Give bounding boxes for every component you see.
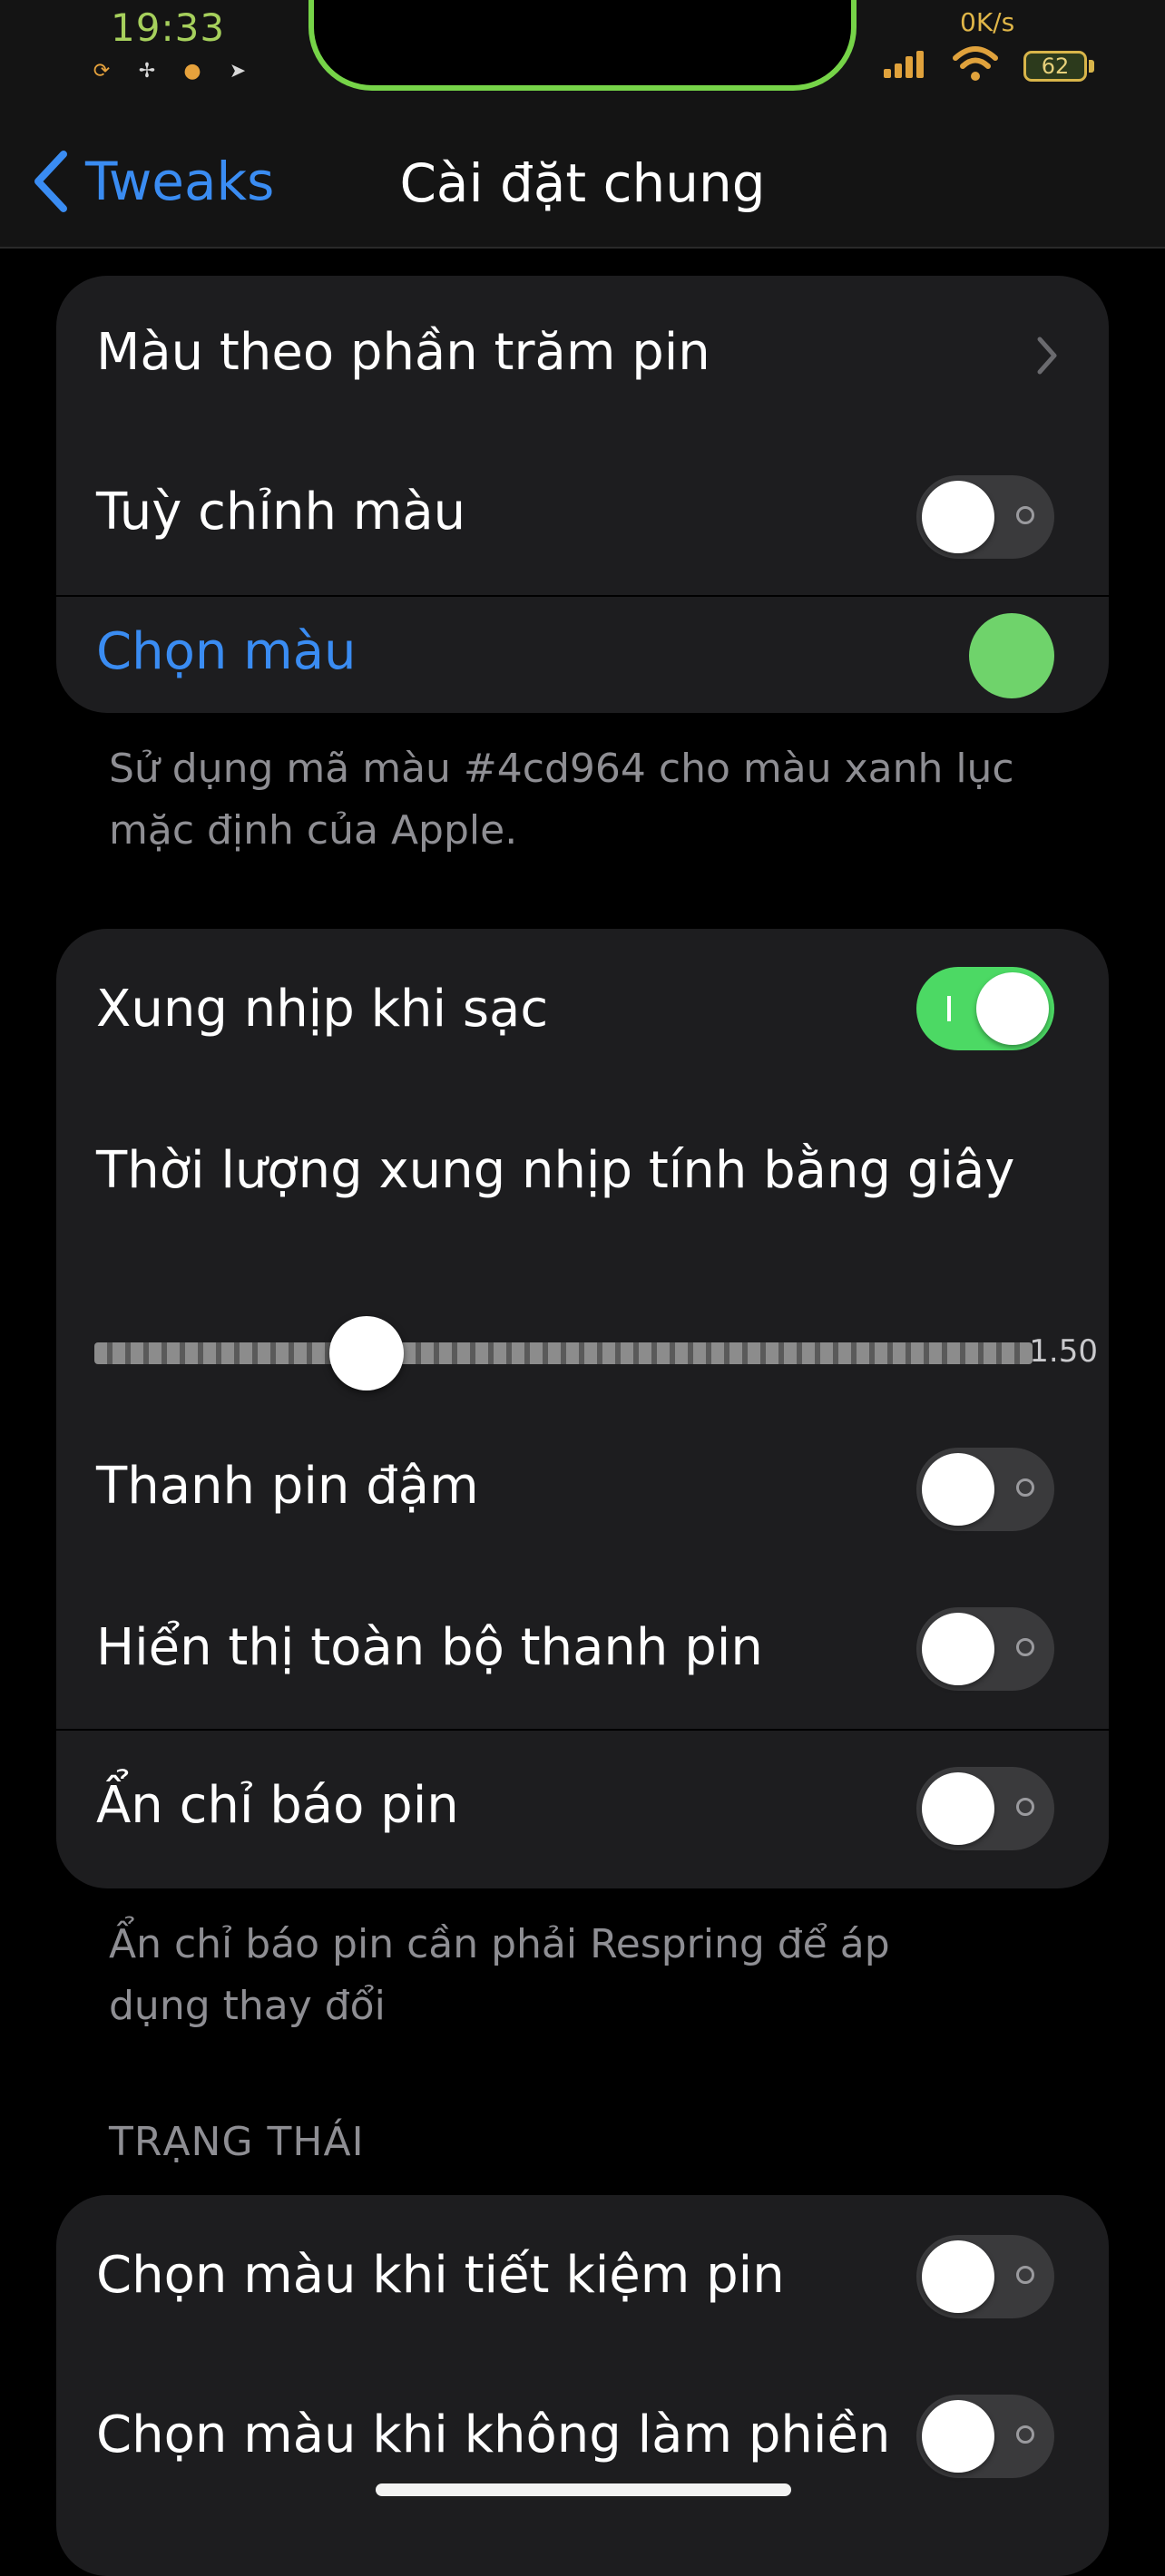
toggle-off-mark: [1016, 1638, 1034, 1656]
custom-color-toggle[interactable]: [916, 475, 1054, 559]
pulse-charging-toggle[interactable]: [916, 967, 1054, 1050]
toggle-off-mark: [1016, 1798, 1034, 1816]
status-time: 19:33: [111, 5, 226, 50]
custom-color-label: Tuỳ chỉnh màu: [96, 483, 466, 542]
custom-color-row: Tuỳ chỉnh màu: [56, 437, 1109, 597]
location-arrow-icon: ➤: [229, 60, 247, 83]
toggle-off-mark: [1016, 2425, 1034, 2444]
coin-icon: ●: [183, 60, 201, 83]
full-bar-label: Hiển thị toàn bộ thanh pin: [96, 1618, 763, 1677]
toggle-knob: [922, 2240, 994, 2313]
wifi-icon: [953, 46, 998, 81]
battery-tip: [1089, 60, 1094, 73]
low-power-color-row: Chọn màu khi tiết kiệm pin: [56, 2195, 1109, 2355]
page-title: Cài đặt chung: [399, 152, 766, 214]
pulse-duration-label: Thời lượng xung nhịp tính bằng giây: [96, 1141, 1015, 1200]
toggle-knob: [976, 972, 1049, 1045]
slider-value: 1.50: [1029, 1333, 1098, 1370]
pulse-duration-row: Thời lượng xung nhịp tính bằng giây: [56, 1088, 1109, 1250]
color-settings-group: Màu theo phần trăm pin Tuỳ chỉnh màu Chọ…: [56, 276, 1109, 713]
toggle-off-mark: [1016, 2266, 1034, 2284]
status-settings-group: Chọn màu khi tiết kiệm pin Chọn màu khi …: [56, 2195, 1109, 2576]
home-indicator[interactable]: [376, 2483, 791, 2496]
pick-color-row[interactable]: Chọn màu: [56, 597, 1109, 713]
status-icons-left: ⟳ ✢ ● ➤: [89, 60, 250, 83]
toggle-knob: [922, 1613, 994, 1685]
battery-icon: 62: [1023, 51, 1087, 82]
low-power-color-label: Chọn màu khi tiết kiệm pin: [96, 2246, 785, 2305]
battery-percent-color-label: Màu theo phần trăm pin: [96, 323, 710, 382]
chevron-right-icon: [1037, 337, 1057, 375]
status-bar: 19:33 ⟳ ✢ ● ➤ 0K/s 62: [0, 0, 1165, 102]
dynamic-island-charging-ring: [308, 0, 857, 91]
hide-indicator-row: Ẩn chỉ báo pin: [56, 1731, 1109, 1888]
dnd-color-label: Chọn màu khi không làm phiền: [96, 2405, 891, 2464]
battery-level: 62: [1041, 54, 1070, 79]
color-swatch[interactable]: [969, 613, 1054, 698]
full-bar-row: Hiển thị toàn bộ thanh pin: [56, 1569, 1109, 1729]
hide-indicator-toggle[interactable]: [916, 1767, 1054, 1850]
toggle-knob: [922, 2400, 994, 2473]
bold-bar-label: Thanh pin đậm: [96, 1457, 479, 1516]
toggle-knob: [922, 1772, 994, 1845]
cellular-signal-icon: [884, 51, 924, 78]
toggle-on-mark: [947, 996, 951, 1021]
bold-bar-row: Thanh pin đậm: [56, 1410, 1109, 1569]
navigation-bar: Tweaks Cài đặt chung: [0, 102, 1165, 249]
pulse-charging-label: Xung nhịp khi sạc: [96, 980, 549, 1039]
network-speed: 0K/s: [960, 7, 1015, 37]
full-bar-toggle[interactable]: [916, 1607, 1054, 1691]
battery-percent-color-row[interactable]: Màu theo phần trăm pin: [56, 276, 1109, 437]
refresh-icon: ⟳: [93, 60, 111, 83]
hide-indicator-footer-note: Ẩn chỉ báo pin cần phải Respring để áp d…: [109, 1921, 890, 2029]
toggle-off-mark: [1016, 506, 1034, 524]
dnd-color-toggle[interactable]: [916, 2395, 1054, 2478]
color-footer-note: Sử dụng mã màu #4cd964 cho màu xanh lục …: [109, 746, 1014, 854]
fan-icon: ✢: [138, 60, 156, 83]
pulse-charging-row: Xung nhịp khi sạc: [56, 929, 1109, 1088]
pulse-duration-slider[interactable]: [94, 1342, 1033, 1364]
hide-indicator-label: Ẩn chỉ báo pin: [96, 1776, 459, 1835]
slider-thumb[interactable]: [328, 1316, 404, 1390]
toggle-knob: [922, 1453, 994, 1526]
toggle-knob: [922, 481, 994, 553]
pulse-duration-slider-row: 1.50: [56, 1250, 1109, 1410]
low-power-color-toggle[interactable]: [916, 2235, 1054, 2318]
toggle-off-mark: [1016, 1478, 1034, 1497]
status-section-header: TRẠNG THÁI: [109, 2119, 365, 2165]
bold-bar-toggle[interactable]: [916, 1448, 1054, 1531]
pick-color-label: Chọn màu: [96, 622, 357, 681]
pulse-settings-group: Xung nhịp khi sạc Thời lượng xung nhịp t…: [56, 929, 1109, 1888]
